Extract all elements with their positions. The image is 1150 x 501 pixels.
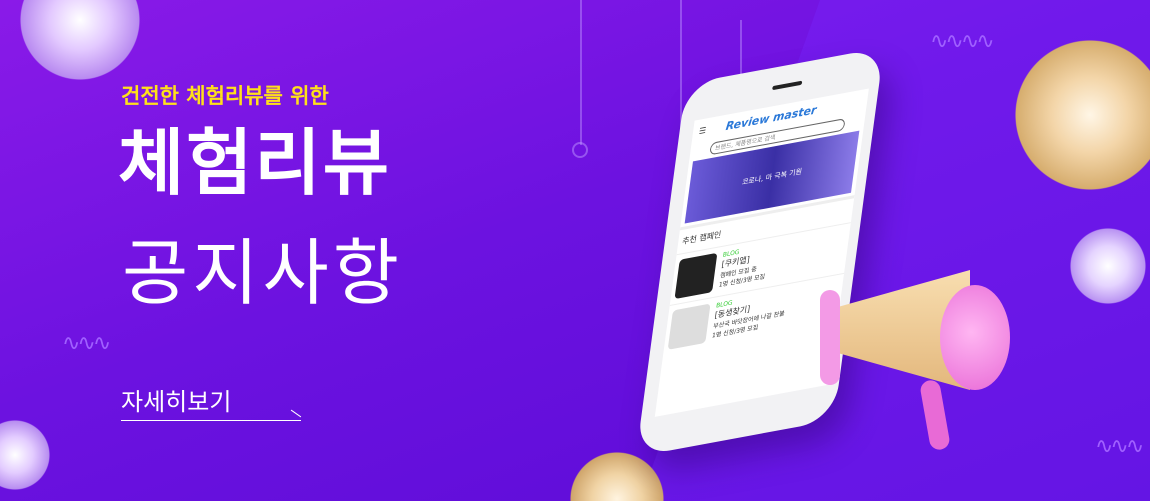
deco-sphere bbox=[0, 420, 50, 490]
hamburger-icon: ☰ bbox=[698, 124, 707, 136]
megaphone-ring bbox=[820, 290, 840, 385]
campaign-thumb bbox=[667, 303, 711, 350]
deco-sphere bbox=[1070, 228, 1146, 304]
phone-speaker bbox=[772, 80, 803, 91]
banner-subtitle: 건전한 체험리뷰를 위한 bbox=[121, 84, 329, 108]
deco-sphere bbox=[1015, 40, 1150, 190]
more-link[interactable]: 자세히보기 bbox=[121, 388, 231, 416]
campaign-thumb bbox=[674, 252, 718, 300]
deco-sphere bbox=[20, 0, 140, 80]
wave-icon: ∿∿∿∿ bbox=[930, 29, 995, 54]
deco-line bbox=[580, 0, 582, 145]
notice-banner[interactable]: ∿∿∿ ∿∿∿∿ ∿∿∿ 건전한 체험리뷰를 위한 체험리뷰 공지사항 자세히보… bbox=[0, 0, 1150, 501]
deco-sphere bbox=[570, 452, 665, 501]
wave-icon: ∿∿∿ bbox=[1095, 434, 1144, 459]
more-link-underline bbox=[121, 420, 301, 421]
deco-node bbox=[572, 142, 588, 158]
banner-title-bold: 체험리뷰 bbox=[118, 121, 391, 205]
megaphone-icon bbox=[940, 285, 1010, 390]
banner-title-light: 공지사항 bbox=[122, 231, 403, 315]
wave-icon: ∿∿∿ bbox=[62, 331, 111, 356]
arrow-icon bbox=[290, 409, 302, 418]
